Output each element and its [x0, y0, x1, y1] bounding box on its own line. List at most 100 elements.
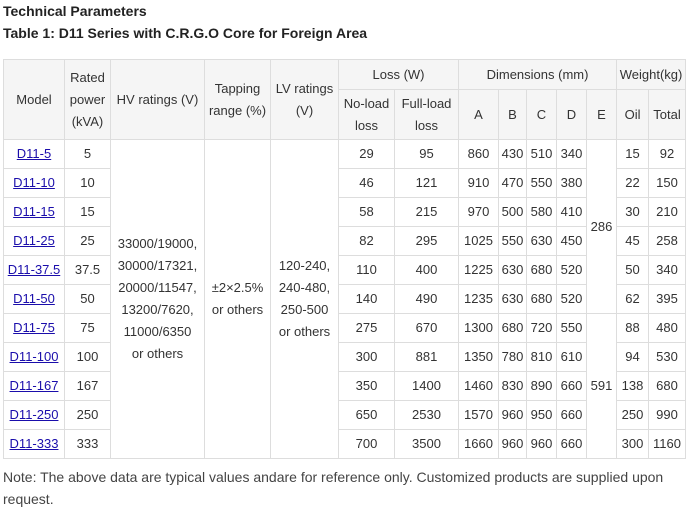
- hv-ratings-line: or others: [131, 346, 184, 361]
- hv-ratings-line: 30000/17321,: [117, 258, 198, 273]
- header-hv-ratings: HV ratings (V): [110, 59, 205, 140]
- cell-full-load-loss: 1400: [394, 371, 459, 401]
- cell-dim-c: 550: [526, 168, 557, 198]
- hv-ratings-line: 11000/6350: [123, 324, 192, 339]
- cell-total: 480: [648, 313, 687, 343]
- cell-model: D11-75: [3, 313, 65, 343]
- cell-full-load-loss: 490: [394, 284, 459, 314]
- cell-dim-b: 960: [498, 400, 527, 430]
- section-heading: Technical Parameters: [3, 3, 147, 19]
- cell-no-load-loss: 300: [338, 342, 395, 372]
- cell-no-load-loss: 140: [338, 284, 395, 314]
- header-full-load-loss: Full-load loss: [394, 89, 459, 140]
- table-row: D11-250 250 650 2530 1570 960 950 660 25…: [3, 400, 687, 430]
- cell-model: D11-15: [3, 197, 65, 227]
- cell-kva: 5: [64, 139, 111, 169]
- cell-dim-c: 810: [526, 342, 557, 372]
- tapping-range-line: ±2×2.5%: [211, 280, 264, 295]
- cell-kva: 75: [64, 313, 111, 343]
- cell-dim-d: 380: [556, 168, 587, 198]
- cell-dim-d: 660: [556, 429, 587, 459]
- cell-no-load-loss: 275: [338, 313, 395, 343]
- header-oil: Oil: [616, 89, 650, 140]
- table-row: D11-15 15 58 215 970 500 580 410 30 210: [3, 197, 687, 227]
- cell-oil: 45: [616, 226, 650, 256]
- technical-parameters-table: Model Rated power (kVA) HV ratings (V) T…: [3, 59, 687, 459]
- cell-dim-d: 520: [556, 284, 587, 314]
- cell-oil: 250: [616, 400, 650, 430]
- table-row: D11-100 100 300 881 1350 780 810 610 94 …: [3, 342, 687, 372]
- cell-dim-a: 910: [458, 168, 499, 198]
- cell-dim-c: 960: [526, 429, 557, 459]
- table-row: D11-50 50 140 490 1235 630 680 520 62 39…: [3, 284, 687, 314]
- cell-total: 150: [648, 168, 687, 198]
- header-lv-ratings-line: (V): [295, 102, 314, 118]
- page: Technical Parameters Table 1: D11 Series…: [0, 0, 691, 508]
- cell-dim-a: 860: [458, 139, 499, 169]
- cell-total: 210: [648, 197, 687, 227]
- cell-full-load-loss: 2530: [394, 400, 459, 430]
- cell-dim-c: 580: [526, 197, 557, 227]
- cell-dim-a: 1025: [458, 226, 499, 256]
- model-link[interactable]: D11-25: [13, 233, 55, 248]
- header-tapping-range-line: Tapping: [214, 80, 261, 96]
- cell-kva: 100: [64, 342, 111, 372]
- cell-dim-a: 1235: [458, 284, 499, 314]
- cell-dim-b: 500: [498, 197, 527, 227]
- cell-lv-ratings: 120-240, 240-480, 250-500 or others: [270, 139, 339, 459]
- cell-dim-d: 520: [556, 255, 587, 285]
- cell-dim-d: 550: [556, 313, 587, 343]
- model-link[interactable]: D11-333: [10, 436, 59, 451]
- cell-dim-c: 630: [526, 226, 557, 256]
- table-caption: Table 1: D11 Series with C.R.G.O Core fo…: [3, 25, 368, 41]
- model-link[interactable]: D11-15: [13, 204, 55, 219]
- cell-dim-a: 1660: [458, 429, 499, 459]
- cell-oil: 62: [616, 284, 650, 314]
- model-link[interactable]: D11-5: [17, 146, 51, 161]
- cell-dim-d: 410: [556, 197, 587, 227]
- model-link[interactable]: D11-250: [10, 407, 59, 422]
- cell-dim-b: 630: [498, 255, 527, 285]
- lv-ratings-line: 120-240,: [278, 258, 331, 273]
- header-no-load-loss: No-load loss: [338, 89, 395, 140]
- cell-tapping-range: ±2×2.5% or others: [204, 139, 271, 459]
- header-tapping-range: Tapping range (%): [204, 59, 271, 140]
- cell-full-load-loss: 670: [394, 313, 459, 343]
- cell-kva: 15: [64, 197, 111, 227]
- model-link[interactable]: D11-10: [13, 175, 55, 190]
- model-link[interactable]: D11-50: [13, 291, 55, 306]
- cell-dim-e: 286: [585, 139, 618, 314]
- model-link[interactable]: D11-100: [10, 349, 59, 364]
- cell-dim-d: 610: [556, 342, 587, 372]
- header-dim-a: A: [458, 89, 499, 140]
- header-total: Total: [648, 89, 687, 140]
- cell-dim-d: 660: [556, 400, 587, 430]
- cell-full-load-loss: 400: [394, 255, 459, 285]
- cell-kva: 37.5: [64, 255, 111, 285]
- cell-oil: 22: [616, 168, 650, 198]
- header-dim-e: E: [585, 89, 618, 140]
- cell-dim-d: 660: [556, 371, 587, 401]
- cell-model: D11-25: [3, 226, 65, 256]
- header-weight: Weight(kg): [616, 59, 687, 90]
- model-link[interactable]: D11-37.5: [8, 262, 61, 277]
- cell-dim-d: 450: [556, 226, 587, 256]
- hv-ratings-line: 33000/19000,: [117, 236, 198, 251]
- cell-dim-c: 890: [526, 371, 557, 401]
- table-row: D11-5 5 33000/19000, 30000/17321, 20000/…: [3, 139, 687, 459]
- header-full-load-loss-line: Full-load: [401, 95, 452, 111]
- cell-full-load-loss: 95: [394, 139, 459, 169]
- cell-full-load-loss: 121: [394, 168, 459, 198]
- model-link[interactable]: D11-75: [13, 320, 55, 335]
- header-dim-b: B: [498, 89, 527, 140]
- cell-kva: 50: [64, 284, 111, 314]
- cell-model: D11-50: [3, 284, 65, 314]
- cell-total: 92: [648, 139, 687, 169]
- table-row: D11-10 10 46 121 910 470 550 380 22 150: [3, 168, 687, 198]
- cell-dim-d: 340: [556, 139, 587, 169]
- cell-total: 340: [648, 255, 687, 285]
- cell-dim-b: 630: [498, 284, 527, 314]
- model-link[interactable]: D11-167: [10, 378, 59, 393]
- cell-model: D11-100: [3, 342, 65, 372]
- cell-oil: 138: [616, 371, 650, 401]
